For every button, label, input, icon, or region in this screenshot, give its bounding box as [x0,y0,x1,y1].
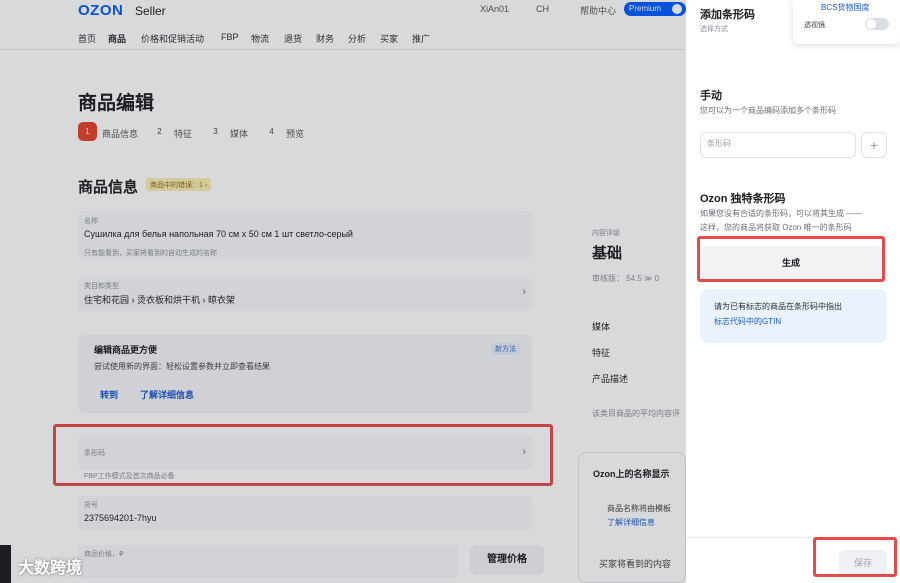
add-barcode-drawer: 添加条形码 选择方式 BCS货物国度 透视镜 手动 您可以为一个商品编码添加多个… [686,0,900,583]
bcs-extension-card: BCS货物国度 透视镜 [793,0,900,44]
bcs-title[interactable]: BCS货物国度 [821,2,869,13]
drawer-subtitle: 选择方式 [700,26,728,33]
manual-title: 手动 [700,90,722,102]
add-barcode-button[interactable]: + [861,132,887,158]
manual-desc: 您可以为一个商品编码添加多个条形码 [700,106,836,115]
ozon-barcode-title: Ozon 独特条形码 [700,193,786,205]
bcs-toggle[interactable] [865,18,889,30]
ozon-barcode-desc-1: 如果您没有合适的条形码，可以将其生成 —— [700,209,863,218]
barcode-input-wrapper [700,132,856,158]
gtin-info-link[interactable]: 标志代码中的GTIN [714,316,781,327]
product-edit-page: OZON Seller XiAn01 CH 帮助中心 Premium 首页 商品… [0,0,686,583]
ozon-barcode-desc-2: 这样，您的商品将获取 Ozon 唯一的条形码 [700,223,852,232]
bcs-label: 透视镜 [804,22,825,29]
save-highlight [813,537,897,577]
generate-highlight [697,236,885,282]
watermark-text: 大数跨境 [18,560,83,577]
plus-icon: + [869,137,879,153]
drawer-title: 添加条形码 [700,9,755,21]
barcode-input[interactable] [707,139,847,148]
modal-overlay[interactable] [0,0,686,583]
gtin-info-box: 请为已有标志的商品在条形码中指出 标志代码中的GTIN [700,289,887,343]
watermark: 大数跨境 [0,545,130,583]
watermark-bar [0,545,11,583]
gtin-info-text: 请为已有标志的商品在条形码中指出 [714,302,842,311]
